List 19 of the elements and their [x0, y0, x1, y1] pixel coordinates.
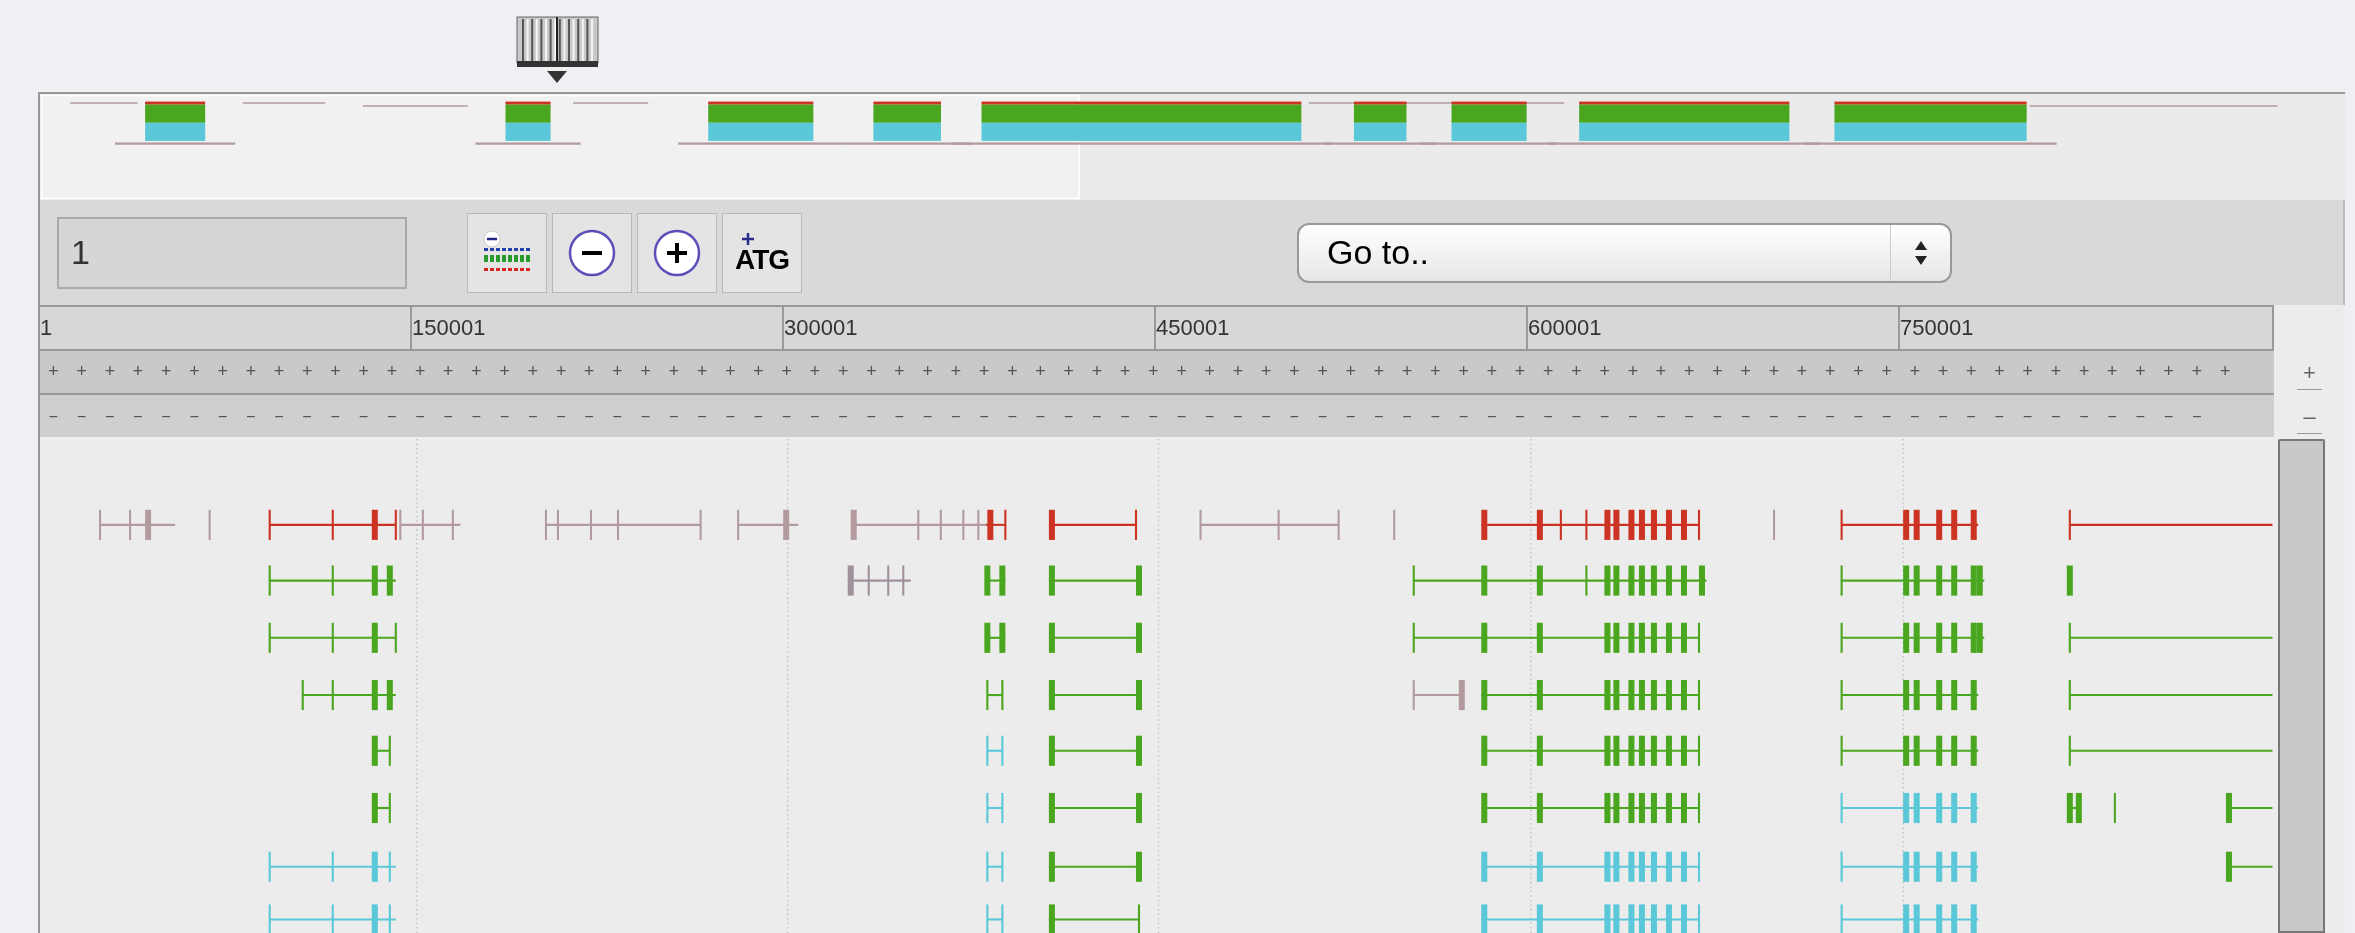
- density-button[interactable]: [467, 212, 547, 293]
- plus-strand-marks: + + + + + + + + + + + + + + + + + + + + + + + + + + + + + + + + + + + + + + + + + + + + + + + + + + + + + + + + + + + + + + + + + + + + + + + + + + + + + +: [48, 360, 2234, 384]
- zoom-out-icon: [567, 227, 617, 278]
- sequence-button[interactable]: ATG: [722, 212, 802, 293]
- ruler-label: 1: [40, 307, 412, 349]
- ruler-label: 450001: [1156, 307, 1528, 349]
- zoom-in-icon: [652, 227, 702, 278]
- scrollbar[interactable]: [2278, 439, 2325, 933]
- minus-strand-marks: – – – – – – – – – – – – – – – – – – – – – – – – – – – – – – – – – – – – – – – – – – – – – – – – – – – – – – – – – – – – – – – – – – – – – – – – – – – – –: [48, 404, 2206, 428]
- zoom-out-button[interactable]: [552, 212, 632, 293]
- ruler-label: 150001: [412, 307, 784, 349]
- zoom-in-button[interactable]: [637, 212, 717, 293]
- ruler-label: 300001: [784, 307, 1156, 349]
- plus-strand-toggle[interactable]: +: [2297, 356, 2322, 390]
- plus-icon: [741, 231, 755, 246]
- goto-select[interactable]: Go to..: [1297, 222, 1952, 283]
- ruler-label: 600001: [1528, 307, 1900, 349]
- minus-strand-toggle[interactable]: –: [2297, 400, 2322, 434]
- position-field[interactable]: 1: [57, 216, 407, 289]
